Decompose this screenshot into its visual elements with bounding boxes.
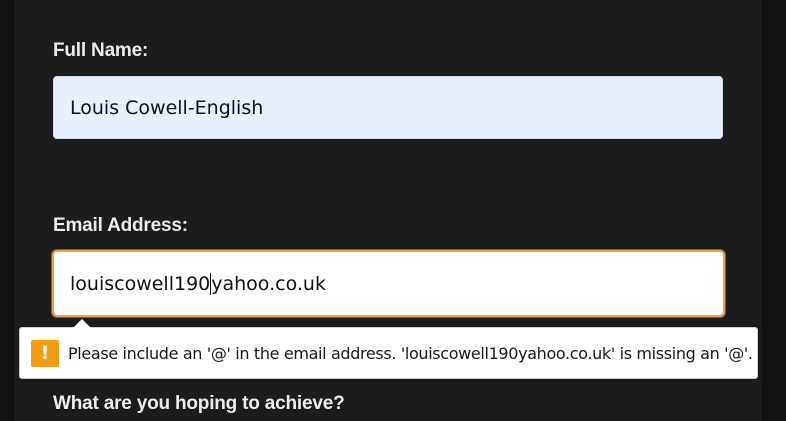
page: Full Name: Louis Cowell-English Email Ad… (0, 0, 786, 421)
email-label: Email Address: (53, 215, 188, 236)
email-value-after-caret: yahoo.co.uk (211, 272, 326, 295)
warning-exclamation-icon: ! (31, 340, 59, 367)
email-input[interactable]: louiscowell190 yahoo.co.uk (52, 250, 725, 317)
validation-message: Please include an '@' in the email addre… (68, 344, 753, 363)
full-name-value: Louis Cowell-English (70, 96, 264, 119)
full-name-input[interactable]: Louis Cowell-English (53, 76, 723, 139)
tooltip-arrow (73, 319, 91, 328)
achieve-label: What are you hoping to achieve? (53, 393, 345, 414)
email-value-before-caret: louiscowell190 (70, 272, 211, 295)
full-name-label: Full Name: (53, 40, 149, 61)
validation-tooltip: ! Please include an '@' in the email add… (19, 319, 758, 379)
